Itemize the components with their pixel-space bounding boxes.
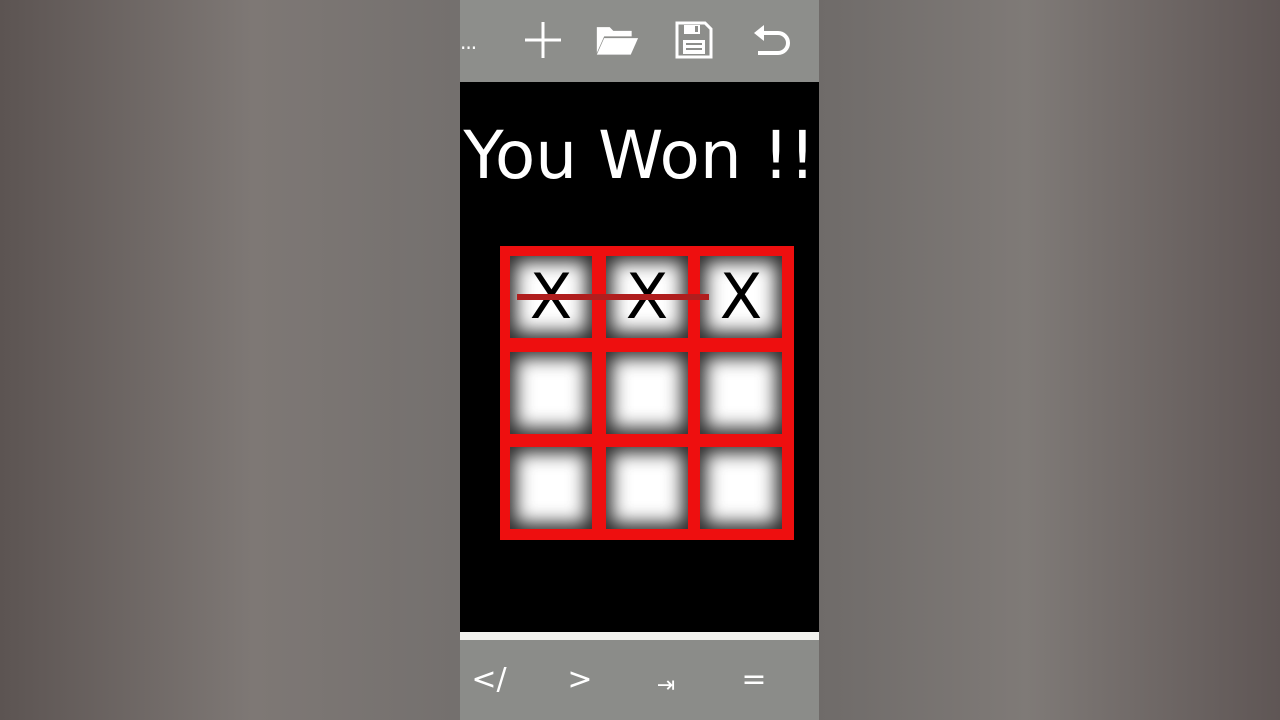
save-icon [675, 21, 713, 59]
folder-icon [596, 27, 639, 55]
new-button[interactable] [521, 18, 565, 62]
background-left [0, 0, 460, 720]
save-button[interactable] [672, 18, 716, 62]
code-tag-key[interactable]: </ [462, 660, 516, 700]
divider [460, 632, 819, 640]
board-cell[interactable] [700, 447, 782, 529]
board-cell[interactable] [700, 352, 782, 434]
more-menu-button[interactable]: ... [460, 30, 484, 54]
board-cell[interactable] [606, 447, 688, 529]
game-canvas: You Won !! X X X [460, 82, 819, 632]
board-cell[interactable] [510, 447, 592, 529]
equals-key[interactable]: = [734, 660, 774, 700]
tic-tac-toe-board: X X X [500, 246, 794, 540]
board-cell[interactable] [510, 352, 592, 434]
win-message: You Won !! [463, 117, 816, 194]
open-folder-button[interactable] [595, 18, 639, 62]
greater-than-key[interactable]: > [560, 660, 600, 700]
phone-screen: ... You Won !! X X X </ > ⇥ = [460, 0, 819, 720]
top-toolbar: ... [460, 0, 819, 82]
board-cell[interactable]: X [700, 256, 782, 338]
plus-icon [525, 22, 561, 58]
tab-key[interactable]: ⇥ [646, 666, 686, 706]
undo-button[interactable] [748, 18, 792, 62]
bottom-key-bar: </ > ⇥ = [460, 640, 819, 720]
board-cell[interactable] [606, 352, 688, 434]
background-right [819, 0, 1280, 720]
undo-icon [754, 25, 790, 55]
winning-line [517, 294, 709, 300]
